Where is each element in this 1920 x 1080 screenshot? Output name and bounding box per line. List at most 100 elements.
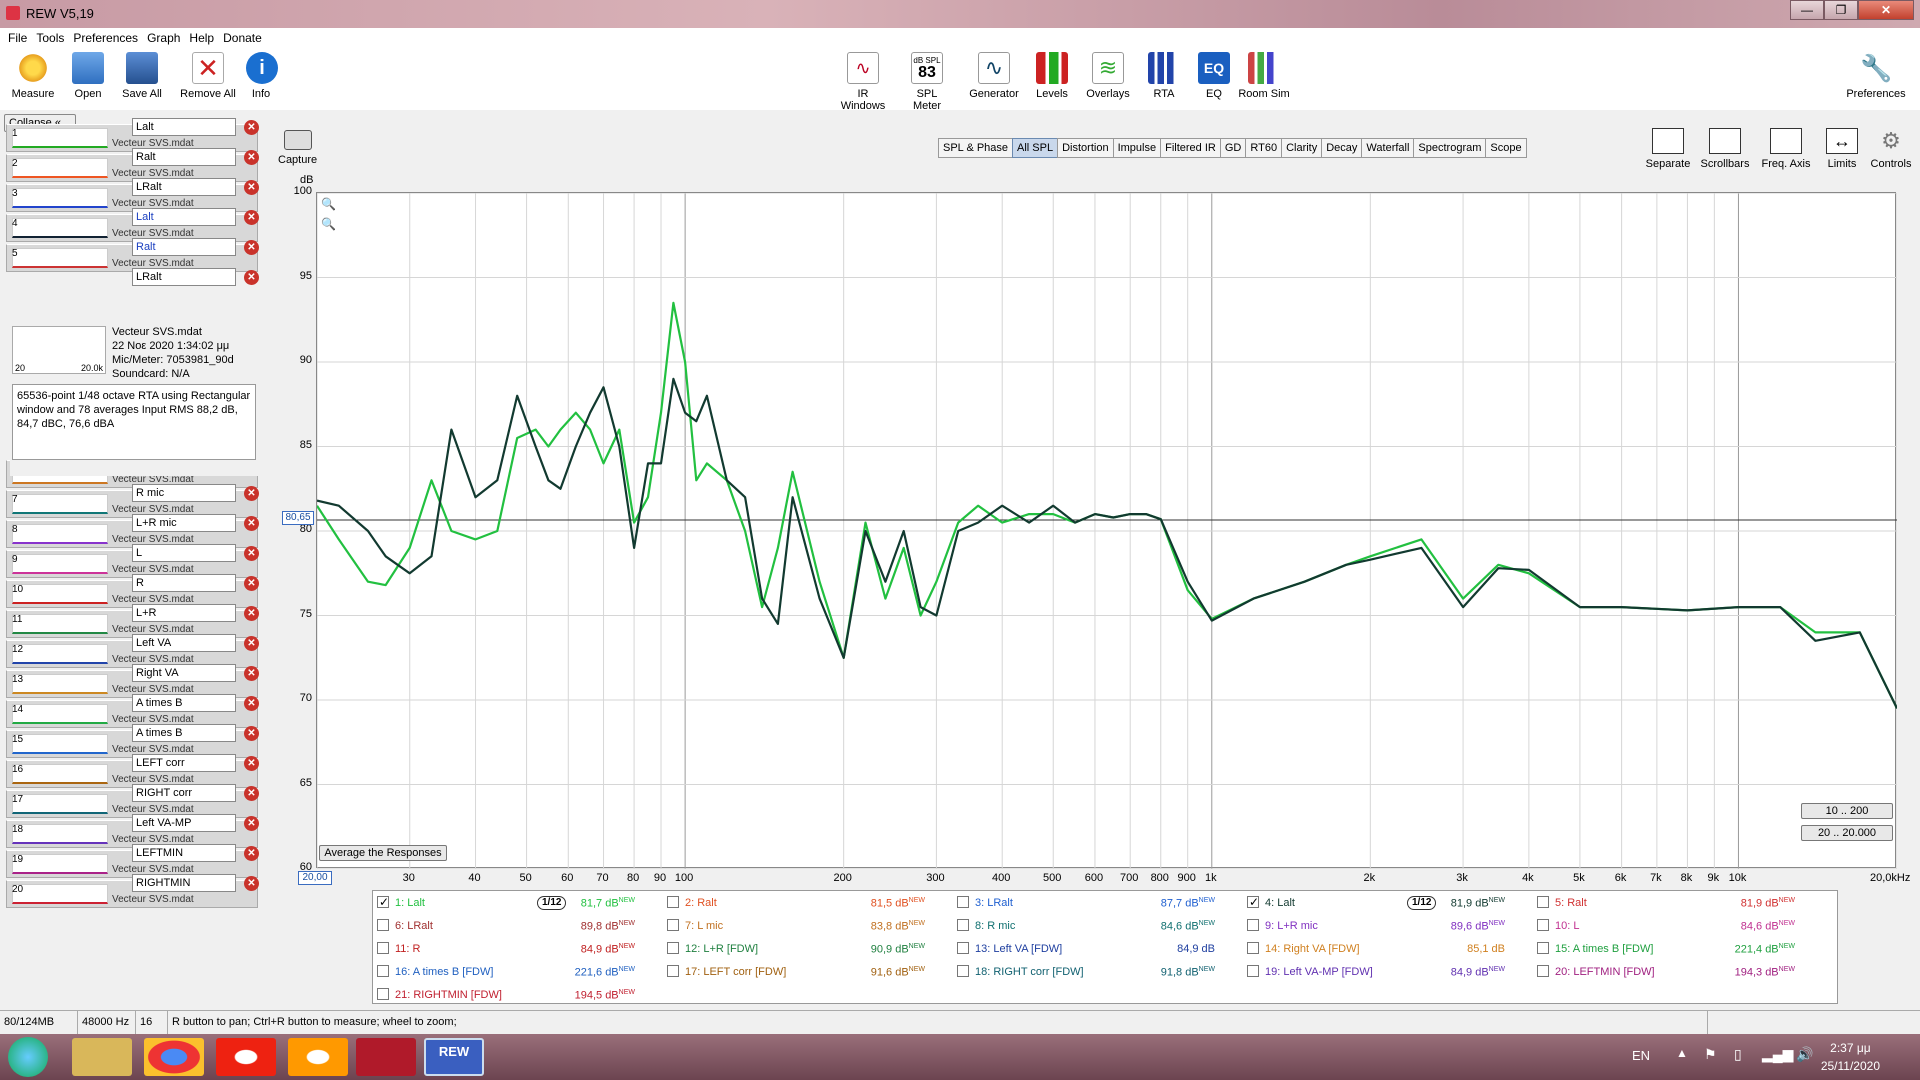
legend-checkbox[interactable] xyxy=(377,988,389,1001)
tab-distortion[interactable]: Distortion xyxy=(1057,138,1114,158)
tray-arrow-icon[interactable]: ▲ xyxy=(1676,1046,1688,1060)
legend-item[interactable]: 3: LRalt xyxy=(957,895,1013,911)
legend-item[interactable]: 1: Lalt xyxy=(377,894,425,911)
volume-icon[interactable]: 🔊 xyxy=(1796,1046,1813,1063)
measurement-name-field[interactable]: A times B xyxy=(132,694,236,712)
zoom-in-icon[interactable]: 🔍 xyxy=(321,197,336,211)
legend-item[interactable]: 6: LRalt xyxy=(377,918,433,934)
measurement-name-field[interactable]: Ralt xyxy=(132,148,236,166)
menu-preferences[interactable]: Preferences xyxy=(73,28,138,48)
close-button[interactable]: ✕ xyxy=(1858,0,1914,20)
remove-measurement-icon[interactable]: ✕ xyxy=(244,876,259,891)
measurement-row[interactable]: 16 Vecteur SVS.mdat LEFT corr ✕ xyxy=(6,754,260,788)
legend-item[interactable]: 15: A times B [FDW] xyxy=(1537,941,1653,957)
legend-checkbox[interactable] xyxy=(1247,965,1259,978)
generator-button[interactable]: ∿ Generator xyxy=(968,52,1020,100)
legend-checkbox[interactable] xyxy=(377,942,389,955)
legend-checkbox[interactable] xyxy=(667,942,679,955)
tab-gd[interactable]: GD xyxy=(1219,138,1247,158)
legend-checkbox[interactable] xyxy=(377,894,389,910)
measurement-row[interactable]: 15 Vecteur SVS.mdat A times B ✕ xyxy=(6,724,260,758)
legend-checkbox[interactable] xyxy=(1247,919,1259,932)
legend-item[interactable]: 2: Ralt xyxy=(667,895,717,911)
measurement-row[interactable]: 14 Vecteur SVS.mdat A times B ✕ xyxy=(6,694,260,728)
remove-measurement-icon[interactable]: ✕ xyxy=(244,120,259,135)
legend-item[interactable]: 16: A times B [FDW] xyxy=(377,964,493,980)
legend-item[interactable]: 5: Ralt xyxy=(1537,895,1587,911)
measurement-row[interactable]: 1 Vecteur SVS.mdat Lalt ✕ xyxy=(6,118,260,152)
remove-measurement-icon[interactable]: ✕ xyxy=(244,576,259,591)
legend-item[interactable]: 4: Lalt xyxy=(1247,894,1295,911)
legend-checkbox[interactable] xyxy=(957,919,969,932)
legend-checkbox[interactable] xyxy=(957,965,969,978)
remove-measurement-icon[interactable]: ✕ xyxy=(244,546,259,561)
remove-measurement-icon[interactable]: ✕ xyxy=(244,270,259,285)
measurement-name-field[interactable]: L+R xyxy=(132,604,236,622)
remove-measurement-icon[interactable]: ✕ xyxy=(244,240,259,255)
range-20-20000-button[interactable]: 20 .. 20.000 xyxy=(1801,825,1893,841)
menu-tools[interactable]: Tools xyxy=(36,28,64,48)
room-sim-button[interactable]: Room Sim xyxy=(1238,52,1290,100)
legend-item[interactable]: 14: Right VA [FDW] xyxy=(1247,941,1360,957)
flag-icon[interactable]: ⚑ xyxy=(1704,1046,1717,1063)
measurement-name-field[interactable]: LEFT corr xyxy=(132,754,236,772)
measurement-row[interactable]: 10 Vecteur SVS.mdat R ✕ xyxy=(6,574,260,608)
menu-file[interactable]: File xyxy=(8,28,27,48)
info-button[interactable]: i Info xyxy=(246,52,278,100)
measurement-name-field[interactable]: Ralt xyxy=(132,238,236,256)
save-all-button[interactable]: Save All xyxy=(120,52,164,100)
app-grid-icon[interactable] xyxy=(356,1038,416,1076)
measurement-name-field[interactable]: LEFTMIN xyxy=(132,844,236,862)
legend-checkbox[interactable] xyxy=(1537,919,1549,932)
measurement-row[interactable]: 20 Vecteur SVS.mdat RIGHTMIN ✕ xyxy=(6,874,260,908)
measurement-name-field[interactable]: Right VA xyxy=(132,664,236,682)
tab-clarity[interactable]: Clarity xyxy=(1281,138,1323,158)
menu-graph[interactable]: Graph xyxy=(147,28,180,48)
legend-item[interactable]: 13: Left VA [FDW] xyxy=(957,941,1062,957)
menu-donate[interactable]: Donate xyxy=(223,28,262,48)
measurement-row[interactable]: 9 Vecteur SVS.mdat L ✕ xyxy=(6,544,260,578)
explorer-icon[interactable] xyxy=(72,1038,132,1076)
preferences-button[interactable]: 🔧 Preferences xyxy=(1844,52,1908,100)
measurement-name-field[interactable]: Lalt xyxy=(132,208,236,226)
remove-measurement-icon[interactable]: ✕ xyxy=(244,666,259,681)
remove-measurement-icon[interactable]: ✕ xyxy=(244,756,259,771)
legend-item[interactable]: 9: L+R mic xyxy=(1247,918,1318,934)
open-button[interactable]: Open xyxy=(70,52,106,100)
remove-measurement-icon[interactable]: ✕ xyxy=(244,486,259,501)
tab-filtered-ir[interactable]: Filtered IR xyxy=(1160,138,1221,158)
legend-checkbox[interactable] xyxy=(957,942,969,955)
legend-item[interactable]: 21: RIGHTMIN [FDW] xyxy=(377,987,502,1003)
tab-impulse[interactable]: Impulse xyxy=(1112,138,1162,158)
legend-checkbox[interactable] xyxy=(1537,965,1549,978)
spl-meter-button[interactable]: dB SPL 83 SPL Meter xyxy=(902,52,952,112)
remove-measurement-icon[interactable]: ✕ xyxy=(244,816,259,831)
measurement-row[interactable]: 7 Vecteur SVS.mdat R mic ✕ xyxy=(6,484,260,518)
levels-button[interactable]: Levels xyxy=(1034,52,1070,100)
legend-checkbox[interactable] xyxy=(1537,896,1549,909)
legend-checkbox[interactable] xyxy=(1247,894,1259,910)
legend-item[interactable]: 7: L mic xyxy=(667,918,723,934)
zoom-out-icon[interactable]: 🔍 xyxy=(321,217,336,231)
legend-item[interactable]: 19: Left VA-MP [FDW] xyxy=(1247,964,1373,980)
measurement-row[interactable]: 18 Vecteur SVS.mdat Left VA-MP ✕ xyxy=(6,814,260,848)
freq-axis-button[interactable]: Freq. Axis xyxy=(1758,128,1814,170)
menu-help[interactable]: Help xyxy=(189,28,214,48)
measurement-name-field[interactable]: A times B xyxy=(132,724,236,742)
legend-checkbox[interactable] xyxy=(667,919,679,932)
rta-button[interactable]: RTA xyxy=(1148,52,1180,100)
separate-button[interactable]: Separate xyxy=(1644,128,1692,170)
measurement-row[interactable]: 2 Vecteur SVS.mdat Ralt ✕ xyxy=(6,148,260,182)
legend-checkbox[interactable] xyxy=(1247,942,1259,955)
capture-button[interactable]: Capture xyxy=(278,130,317,166)
remove-measurement-icon[interactable]: ✕ xyxy=(244,210,259,225)
vpn-icon[interactable] xyxy=(288,1038,348,1076)
measurement-name-field[interactable]: RIGHTMIN xyxy=(132,874,236,892)
remove-measurement-icon[interactable]: ✕ xyxy=(244,696,259,711)
ir-windows-button[interactable]: ∿ IR Windows xyxy=(834,52,892,112)
rew-taskbar-icon[interactable]: REW xyxy=(424,1038,484,1076)
minimize-button[interactable]: — xyxy=(1790,0,1824,20)
battery-icon[interactable]: ▯ xyxy=(1734,1046,1742,1063)
legend-item[interactable]: 12: L+R [FDW] xyxy=(667,941,758,957)
legend-item[interactable]: 11: R xyxy=(377,941,420,957)
